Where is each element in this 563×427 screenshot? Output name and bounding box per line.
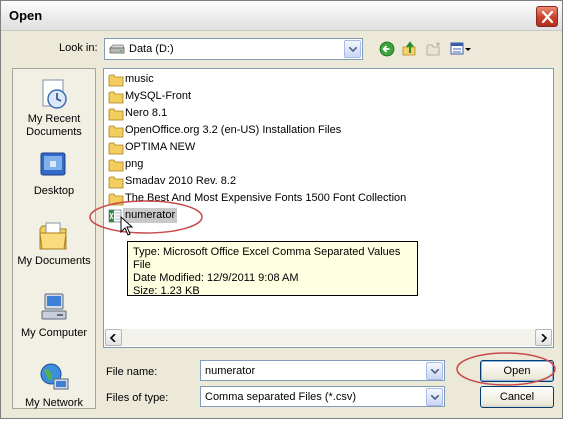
back-button[interactable] [377,39,397,59]
my-network-icon [40,363,69,390]
open-dialog: Open Look in: Data (D:) My Recent Docume… [0,0,563,419]
place-my-computer[interactable]: My Computer [13,287,95,357]
folder-icon [108,176,124,189]
mouse-cursor-icon [120,216,134,236]
place-my-documents[interactable]: My Documents [13,215,95,285]
lookin-dropdown[interactable]: Data (D:) [104,38,363,60]
filetype-label: Files of type: [106,392,169,404]
filetype-value: Comma separated Files (*.csv) [205,391,356,403]
file-name: The Best And Most Expensive Fonts 1500 F… [125,192,407,204]
filename-value: numerator [205,365,256,377]
file-name: OpenOffice.org 3.2 (en-US) Installation … [125,124,342,136]
cancel-button[interactable]: Cancel [480,386,554,408]
tooltip-date: Date Modified: 12/9/2011 9:08 AM [133,272,299,284]
place-label: My Documents [17,255,91,267]
chevron-down-icon [431,395,439,400]
views-menu-icon [450,42,471,55]
window-title: Open [9,8,43,23]
folder-icon [108,108,124,121]
recent-documents-icon [42,79,67,109]
my-documents-icon [39,222,67,250]
file-name: MySQL-Front [125,90,192,102]
chevron-right-icon [541,334,547,342]
place-desktop[interactable]: Desktop [13,145,95,215]
folder-icon [108,193,124,206]
scroll-left-button[interactable] [105,329,122,346]
up-folder-button[interactable] [400,39,420,59]
up-folder-icon [402,41,416,56]
scroll-right-button[interactable] [535,329,552,346]
title-bar[interactable]: Open [1,1,562,31]
open-button[interactable]: Open [480,360,554,382]
place-my-network[interactable]: My Network [13,357,95,427]
chevron-down-icon [349,47,357,52]
filetype-dropdown[interactable]: Comma separated Files (*.csv) [200,386,445,407]
filetype-dropdown-arrow[interactable] [426,388,443,406]
new-folder-button[interactable] [424,39,444,59]
file-name: Smadav 2010 Rev. 8.2 [125,175,237,187]
place-label: My Recent Documents [26,113,82,138]
file-tooltip: Type: Microsoft Office Excel Comma Separ… [127,241,418,297]
tooltip-size: Size: 1.23 KB [133,285,200,297]
drive-icon [109,44,125,54]
back-icon [379,41,395,57]
place-label: My Computer [20,327,88,339]
close-icon [541,11,554,23]
horizontal-scrollbar[interactable] [105,329,552,346]
close-button[interactable] [536,6,558,27]
chevron-down-icon [431,369,439,374]
filename-field[interactable]: numerator [200,360,445,381]
folder-icon [108,159,124,172]
lookin-value: Data (D:) [129,43,174,55]
folder-icon [108,74,124,87]
file-name: Nero 8.1 [125,107,168,119]
place-label: My Network [24,397,84,409]
file-name: png [125,158,144,170]
new-folder-icon [426,42,440,56]
filename-dropdown-arrow[interactable] [426,362,443,380]
folder-icon [108,142,124,155]
chevron-left-icon [110,334,116,342]
views-menu-button[interactable] [448,39,474,59]
file-name: music [125,73,154,85]
file-list[interactable]: music MySQL-Front Nero 8.1 OpenOffice.or… [103,68,554,348]
tooltip-type: Type: Microsoft Office Excel Comma Separ… [133,246,401,271]
place-label: Desktop [33,185,75,197]
place-recent-documents[interactable]: My Recent Documents [13,73,95,143]
places-bar: My Recent Documents Desktop My Documents [12,68,96,409]
lookin-dropdown-arrow[interactable] [344,40,361,58]
folder-icon [108,91,124,104]
file-name: OPTIMA NEW [125,141,196,153]
my-computer-icon [41,293,67,320]
folder-icon [108,125,124,138]
lookin-label: Look in: [59,42,98,54]
desktop-icon [40,152,66,176]
filename-label: File name: [106,366,158,378]
